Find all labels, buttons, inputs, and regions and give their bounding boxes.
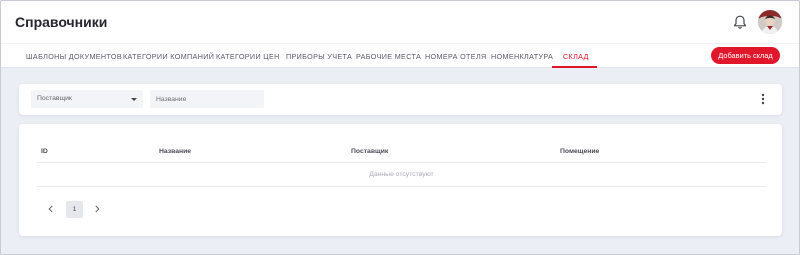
column-header-room[interactable]: Помещение — [560, 148, 599, 155]
name-search-input[interactable] — [150, 90, 264, 108]
add-warehouse-button[interactable]: Добавить склад — [711, 47, 780, 64]
active-tab-indicator — [552, 66, 597, 68]
column-header-name[interactable]: Название — [159, 148, 191, 155]
tab-price-categories[interactable]: КАТЕГОРИИ ЦЕН — [216, 52, 280, 61]
avatar[interactable] — [758, 10, 782, 34]
bell-icon[interactable] — [731, 13, 749, 31]
tab-hotel-rooms[interactable]: НОМЕРА ОТЕЛЯ — [425, 52, 487, 61]
chevron-down-icon — [131, 98, 137, 101]
data-table: ID Название Поставщик Помещение Данные о… — [19, 124, 782, 236]
pagination-current-page[interactable]: 1 — [66, 201, 83, 218]
empty-state-message: Данные отсутствуют — [369, 171, 434, 178]
column-header-supplier[interactable]: Поставщик — [351, 148, 388, 155]
tab-bar: ШАБЛОНЫ ДОКУМЕНТОВ КАТЕГОРИИ КОМПАНИЙ КА… — [1, 43, 799, 68]
tab-company-categories[interactable]: КАТЕГОРИИ КОМПАНИЙ — [123, 52, 214, 61]
tab-meters[interactable]: ПРИБОРЫ УЧЕТА — [286, 52, 352, 61]
user-avatar-icon — [758, 10, 782, 34]
column-header-id[interactable]: ID — [41, 148, 48, 155]
tab-warehouse[interactable]: СКЛАД — [563, 52, 589, 61]
tab-document-templates[interactable]: ШАБЛОНЫ ДОКУМЕНТОВ — [26, 52, 122, 61]
app-header: Справочники — [1, 1, 799, 43]
header-divider — [36, 162, 767, 163]
filter-panel: Поставщик — [19, 84, 782, 115]
more-vertical-icon[interactable] — [758, 93, 768, 105]
page-title: Справочники — [15, 14, 108, 30]
supplier-select[interactable]: Поставщик — [31, 90, 143, 108]
supplier-select-label: Поставщик — [37, 95, 72, 102]
tab-workplaces[interactable]: РАБОЧИЕ МЕСТА — [356, 52, 421, 61]
chevron-left-icon[interactable] — [46, 204, 56, 214]
row-divider — [36, 186, 767, 187]
chevron-right-icon[interactable] — [92, 204, 102, 214]
tab-nomenclature[interactable]: НОМЕНКЛАТУРА — [491, 52, 553, 61]
